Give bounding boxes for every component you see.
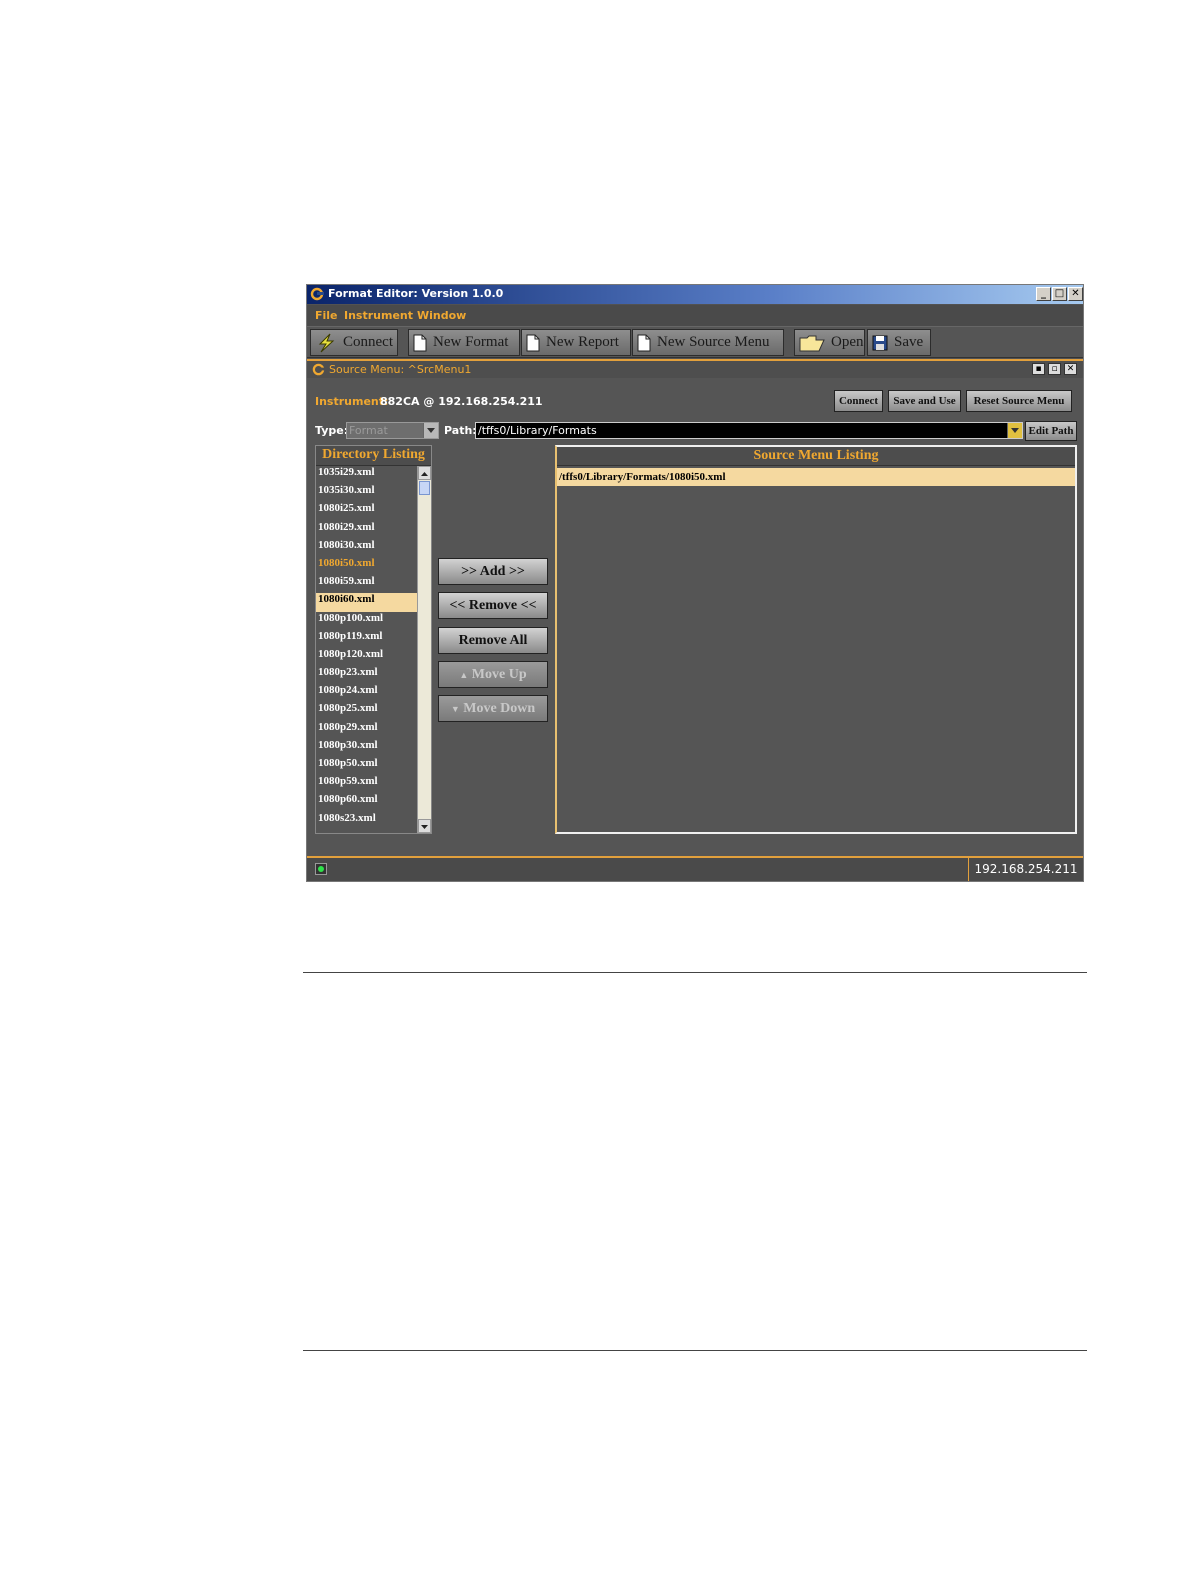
frame-maximize-icon[interactable]: ▫: [1048, 363, 1061, 375]
directory-list-item[interactable]: 1080p100.xml: [316, 612, 417, 630]
statusbar: 192.168.254.211: [307, 856, 1083, 881]
menu-window[interactable]: Window: [417, 309, 466, 322]
chevron-down-icon: [1007, 423, 1022, 438]
directory-listing-header: Directory Listing: [316, 446, 431, 466]
chevron-down-icon: [423, 423, 438, 438]
reset-source-menu-button[interactable]: Reset Source Menu: [966, 390, 1072, 412]
type-value: Format: [349, 424, 388, 437]
directory-list[interactable]: 1035i29.xml 1035i30.xml 1080i25.xml 1080i29…: [316, 466, 417, 833]
scroll-up-icon[interactable]: [418, 466, 431, 480]
move-up-label: Move Up: [471, 667, 527, 682]
directory-list-item[interactable]: 1080p59.xml: [316, 775, 417, 793]
save-button[interactable]: Save: [867, 329, 931, 356]
source-menu-listing-header: Source Menu Listing: [557, 447, 1075, 466]
directory-list-item[interactable]: 1035i30.xml: [316, 484, 417, 502]
triangle-down-icon: ▼: [450, 704, 460, 714]
move-down-button[interactable]: ▼ Move Down: [438, 695, 548, 722]
floppy-disk-icon: [872, 335, 888, 350]
open-button[interactable]: Open: [794, 329, 865, 356]
maximize-button[interactable]: □: [1052, 287, 1067, 301]
directory-listing-panel: Directory Listing 1035i29.xml 1035i30.xml…: [315, 445, 432, 834]
new-source-menu-label: New Source Menu: [657, 334, 770, 350]
connect-label: Connect: [343, 334, 393, 350]
status-ip: 192.168.254.211: [968, 858, 1083, 881]
type-select[interactable]: Format: [346, 422, 439, 439]
type-label: Type:: [315, 424, 349, 437]
move-up-button[interactable]: ▲ Move Up: [438, 661, 548, 688]
frame-iconify-icon[interactable]: ▪: [1032, 363, 1045, 375]
new-format-button[interactable]: New Format: [408, 329, 520, 356]
window-titlebar[interactable]: Format Editor: Version 1.0.0 _ □ ✕: [307, 285, 1083, 304]
directory-list-item[interactable]: 1080p60.xml: [316, 793, 417, 811]
directory-list-item[interactable]: 1080p120.xml: [316, 648, 417, 666]
instrument-label: Instrument:: [315, 395, 389, 408]
scroll-thumb[interactable]: [419, 481, 430, 495]
save-and-use-button[interactable]: Save and Use: [888, 390, 961, 412]
app-logo-icon: [310, 287, 324, 301]
triangle-up-icon: ▲: [459, 670, 469, 680]
path-value: /tffs0/Library/Formats: [478, 424, 597, 437]
frame-connect-button[interactable]: Connect: [834, 390, 883, 412]
toolbar: Connect New Format New Report New Source…: [307, 326, 1083, 358]
source-menu-item[interactable]: /tffs0/Library/Formats/1080i50.xml: [557, 468, 1075, 486]
directory-list-item[interactable]: 1080p50.xml: [316, 757, 417, 775]
save-label: Save: [894, 334, 924, 350]
edit-path-button[interactable]: Edit Path: [1025, 421, 1077, 441]
folder-icon: [799, 335, 825, 351]
directory-list-item[interactable]: 1080s23.xml: [316, 812, 417, 830]
close-button[interactable]: ✕: [1068, 287, 1083, 301]
directory-list-item[interactable]: 1080p23.xml: [316, 666, 417, 684]
lightning-icon: [318, 333, 335, 352]
instrument-value: 882CA @ 192.168.254.211: [380, 395, 543, 408]
menu-file[interactable]: File: [315, 309, 338, 322]
divider-bottom: [303, 1350, 1087, 1351]
new-source-menu-button[interactable]: New Source Menu: [632, 329, 784, 356]
format-editor-window: Format Editor: Version 1.0.0 _ □ ✕ File …: [306, 284, 1084, 882]
window-title: Format Editor: Version 1.0.0: [328, 287, 504, 300]
directory-list-item[interactable]: 1080p25.xml: [316, 702, 417, 720]
new-format-label: New Format: [433, 334, 509, 350]
directory-list-item[interactable]: 1080i30.xml: [316, 539, 417, 557]
directory-list-item[interactable]: 1080i25.xml: [316, 502, 417, 520]
directory-list-item[interactable]: 1035i29.xml: [316, 466, 417, 484]
frame-close-icon[interactable]: ✕: [1064, 363, 1077, 375]
app-logo-icon: [312, 363, 325, 376]
path-label: Path:: [444, 424, 477, 437]
directory-list-item[interactable]: 1080p24.xml: [316, 684, 417, 702]
add-button[interactable]: >> Add >>: [438, 558, 548, 585]
source-menu-frame: Source Menu: ^SrcMenu1 ▪ ▫ ✕ Instrument:…: [307, 359, 1083, 856]
new-report-button[interactable]: New Report: [521, 329, 631, 356]
directory-list-item[interactable]: 1080p29.xml: [316, 721, 417, 739]
move-down-label: Move Down: [463, 701, 536, 716]
directory-list-item[interactable]: 1080p30.xml: [316, 739, 417, 757]
scroll-down-icon[interactable]: [418, 819, 431, 833]
toolbar-connect-button[interactable]: Connect: [310, 329, 398, 356]
document-icon: [413, 334, 427, 351]
directory-list-item[interactable]: 1080p119.xml: [316, 630, 417, 648]
source-menu-titlebar[interactable]: Source Menu: ^SrcMenu1 ▪ ▫ ✕: [307, 361, 1083, 378]
directory-scrollbar[interactable]: [417, 466, 431, 833]
minimize-button[interactable]: _: [1036, 287, 1051, 301]
open-label: Open: [831, 334, 864, 350]
source-menu-title: Source Menu: ^SrcMenu1: [329, 363, 472, 376]
remove-button[interactable]: << Remove <<: [438, 592, 548, 619]
divider-top: [303, 972, 1087, 973]
connection-status-led-icon: [315, 863, 327, 875]
menubar: File Instrument Window: [307, 305, 1083, 326]
directory-list-item[interactable]: 1080i29.xml: [316, 521, 417, 539]
path-select[interactable]: /tffs0/Library/Formats: [475, 422, 1023, 439]
document-icon: [637, 334, 651, 351]
directory-list-item[interactable]: 1080i60.xml: [316, 593, 417, 612]
menu-instrument[interactable]: Instrument: [344, 309, 413, 322]
remove-all-button[interactable]: Remove All: [438, 627, 548, 654]
directory-list-item[interactable]: 1080i50.xml: [316, 557, 417, 575]
document-icon: [526, 334, 540, 351]
directory-list-item[interactable]: 1080i59.xml: [316, 575, 417, 593]
source-menu-listing-panel: Source Menu Listing /tffs0/Library/Forma…: [555, 445, 1077, 834]
new-report-label: New Report: [546, 334, 619, 350]
